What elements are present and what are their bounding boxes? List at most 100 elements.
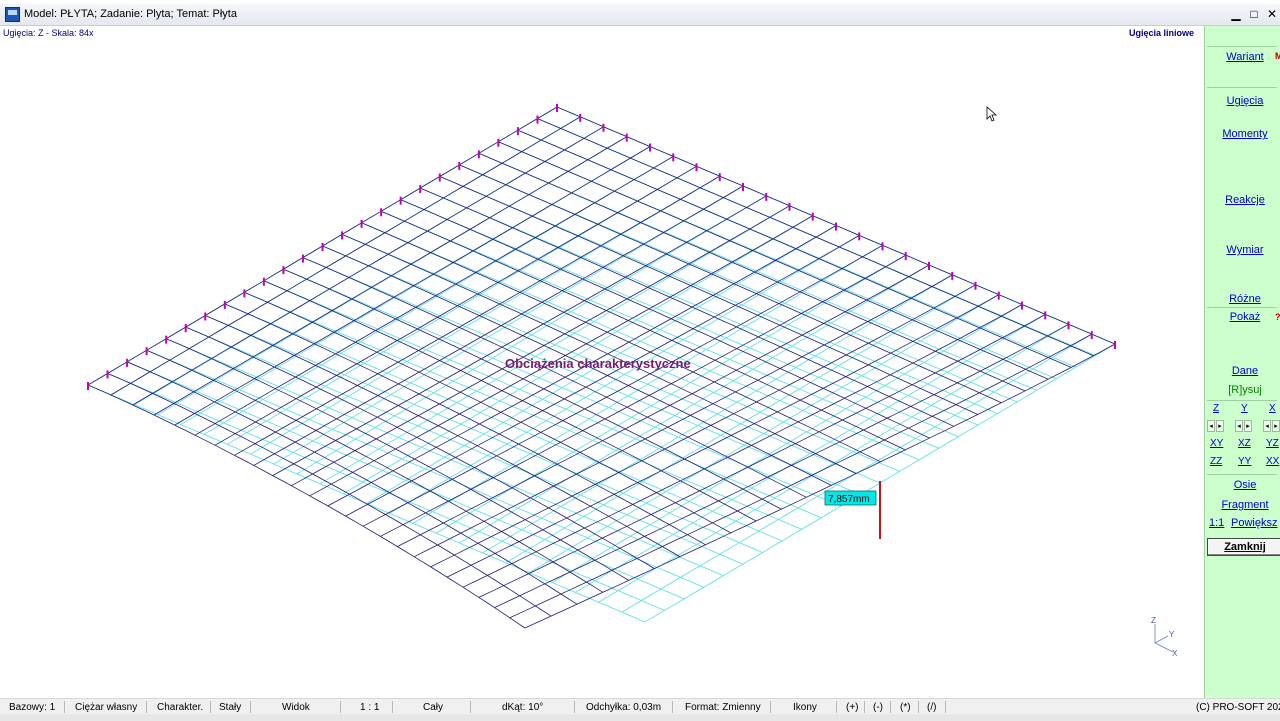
mesh-line	[224, 303, 783, 542]
wariant-button[interactable]: Wariant	[1205, 51, 1280, 63]
status-base[interactable]: Bazowy: 1	[9, 702, 55, 713]
status-permanent[interactable]: Stały	[219, 702, 241, 713]
status-self-weight[interactable]: Ciężar własny	[75, 702, 137, 713]
support-markers	[87, 104, 1116, 390]
status-zoom-out[interactable]: (-)	[873, 702, 883, 713]
view-x-button[interactable]: X	[1269, 403, 1276, 414]
osie-button[interactable]: Osie	[1205, 479, 1280, 491]
right-sidebar: Wariant M Ugięcia Momenty Reakcje Wymiar…	[1204, 26, 1280, 698]
status-separator	[770, 701, 771, 713]
status-scale[interactable]: 1 : 1	[360, 702, 379, 713]
status-separator	[672, 701, 673, 713]
status-separator	[392, 701, 393, 713]
pokaz-button[interactable]: Pokaż	[1205, 311, 1280, 323]
mesh-line	[420, 187, 954, 427]
mesh-line	[166, 338, 629, 581]
copyright: (C) PRO-SOFT 2024	[1196, 702, 1280, 713]
status-zoom-in[interactable]: (+)	[846, 702, 859, 713]
fragment-button[interactable]: Fragment	[1205, 499, 1280, 511]
view-zz-button[interactable]: ZZ	[1210, 456, 1222, 467]
zamknij-button[interactable]: Zamknij	[1207, 538, 1280, 556]
view-xz-button[interactable]: XZ	[1238, 438, 1251, 449]
status-angle[interactable]: dKąt: 10°	[502, 702, 543, 713]
status-separator	[210, 701, 211, 713]
status-separator	[890, 701, 891, 713]
status-view[interactable]: Widok	[282, 702, 310, 713]
axis-z-label: Z	[1151, 616, 1156, 625]
value-label: 7,857mm	[828, 494, 870, 505]
mesh-line	[283, 268, 841, 507]
reakcje-button[interactable]: Reakcje	[1205, 194, 1280, 206]
powieksz-button[interactable]: Powiększ	[1231, 517, 1277, 529]
mesh-line	[146, 349, 704, 588]
status-separator	[250, 701, 251, 713]
rotate-left-icon[interactable]: ◂	[1207, 420, 1215, 432]
pokaz-marker: ?	[1275, 312, 1280, 322]
dane-button[interactable]: Dane	[1205, 365, 1280, 377]
status-separator	[945, 701, 946, 713]
status-separator	[64, 701, 65, 713]
status-separator	[146, 701, 147, 713]
result-type: Ugięcia liniowe	[1128, 28, 1194, 38]
mesh-line	[253, 185, 744, 466]
drawing-canvas[interactable]: 7,857mm Obciążenia charakterystyczne Z Y…	[0, 26, 1204, 698]
rotate-right-icon[interactable]: ▸	[1272, 420, 1280, 432]
mesh-line	[263, 280, 822, 519]
window-title: Model: PŁYTA; Zadanie: Plyta; Temat: Pły…	[24, 8, 237, 20]
close-button[interactable]: ✕	[1264, 6, 1280, 22]
mesh-line	[302, 257, 807, 498]
separator	[1207, 307, 1277, 308]
mesh-line	[551, 304, 1023, 583]
view-z-button[interactable]: Z	[1213, 403, 1219, 414]
status-separator	[470, 701, 471, 713]
status-bar: Bazowy: 1 Ciężar własny Charakter. Stały…	[0, 698, 1280, 721]
one-to-one-button[interactable]: 1:1	[1209, 517, 1224, 529]
view-xx-button[interactable]: XX	[1266, 456, 1279, 467]
status-separator	[340, 701, 341, 713]
load-case-label: Obciążenia charakterystyczne	[505, 356, 691, 371]
mesh-line	[205, 315, 763, 553]
view-yy-button[interactable]: YY	[1238, 456, 1251, 467]
separator	[1207, 400, 1277, 401]
ugiecia-button[interactable]: Ugięcia	[1205, 95, 1280, 107]
mouse-cursor-icon	[986, 106, 998, 122]
mesh-line	[166, 338, 724, 577]
status-separator	[574, 701, 575, 713]
rotate-right-icon[interactable]: ▸	[1244, 420, 1252, 432]
separator	[1207, 46, 1277, 47]
mesh-line	[146, 349, 604, 593]
view-xy-button[interactable]: XY	[1210, 438, 1223, 449]
status-separator	[864, 701, 865, 713]
axis-x-label: X	[1172, 649, 1178, 658]
view-yz-button[interactable]: YZ	[1266, 438, 1279, 449]
mesh-line	[234, 175, 721, 456]
status-character[interactable]: Charakter.	[157, 702, 203, 713]
rysuj-button[interactable]: [R]ysuj	[1205, 384, 1280, 396]
status-separator	[836, 701, 837, 713]
status-divide[interactable]: (/)	[927, 702, 936, 713]
view-info: Ugięcia: Z - Skala: 84x	[3, 28, 94, 38]
wymiar-button[interactable]: Wymiar	[1205, 244, 1280, 256]
momenty-button[interactable]: Momenty	[1205, 128, 1280, 140]
view-y-button[interactable]: Y	[1241, 403, 1248, 414]
status-deviation[interactable]: Odchyłka: 0,03m	[586, 702, 661, 713]
title-bar: Model: PŁYTA; Zadanie: Plyta; Temat: Pły…	[0, 4, 1280, 26]
rotate-right-icon[interactable]: ▸	[1216, 420, 1224, 432]
mesh-line	[505, 284, 976, 564]
app-icon[interactable]	[5, 7, 20, 22]
mesh-line	[482, 274, 953, 554]
rozne-button[interactable]: Różne	[1205, 293, 1280, 305]
minimize-button[interactable]: ▁	[1228, 6, 1244, 22]
rotate-left-icon[interactable]: ◂	[1235, 420, 1243, 432]
status-multiply[interactable]: (*)	[900, 702, 911, 713]
separator	[1207, 474, 1277, 475]
status-whole[interactable]: Cały	[423, 702, 443, 713]
status-icons[interactable]: Ikony	[793, 702, 817, 713]
status-separator	[918, 701, 919, 713]
plate-mesh: 7,857mm Obciążenia charakterystyczne Z Y…	[87, 104, 1178, 658]
rotate-left-icon[interactable]: ◂	[1263, 420, 1271, 432]
mesh-line	[302, 257, 861, 496]
wariant-marker: M	[1275, 51, 1280, 61]
status-format[interactable]: Format: Zmienny	[685, 702, 761, 713]
maximize-button[interactable]: □	[1246, 6, 1262, 22]
